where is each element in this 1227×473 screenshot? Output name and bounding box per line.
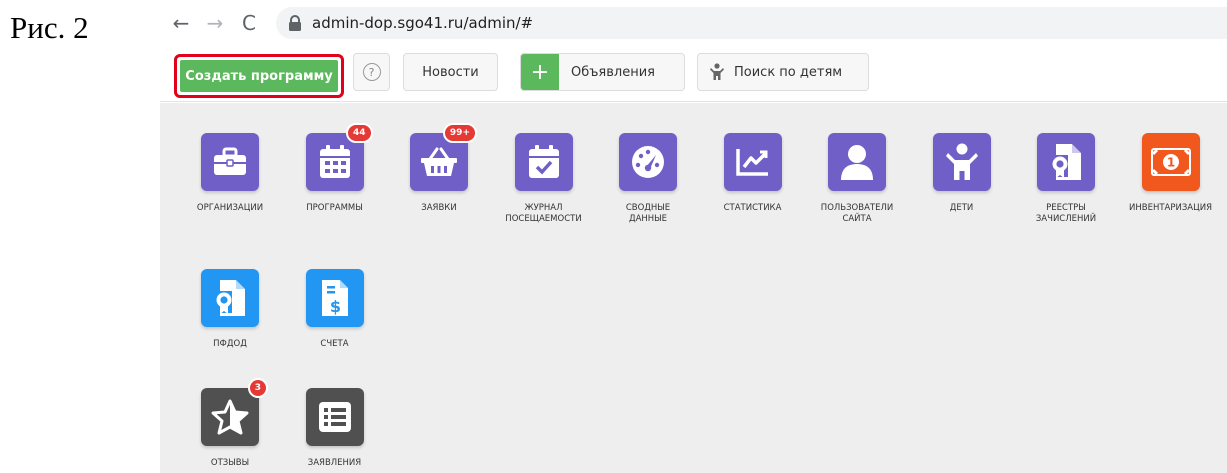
help-icon: ? [362, 63, 381, 81]
create-program-highlight: Создать программу [174, 54, 344, 98]
back-button[interactable]: ← [168, 10, 194, 36]
search-children-label: Поиск по детям [734, 64, 843, 80]
tile-label: Организации [196, 203, 264, 213]
calendar-check-icon [514, 133, 573, 191]
tile-gauge[interactable]: Сводные данные [593, 133, 703, 225]
star-icon: 3 [201, 378, 268, 446]
tile-label: Пользователи сайта [820, 203, 894, 224]
tile-briefcase[interactable]: Организации [175, 133, 285, 214]
svg-text:1: 1 [1166, 156, 1174, 170]
tile-label: Журнал посещаемости [505, 203, 582, 224]
news-label: Новости [422, 64, 479, 80]
forward-button[interactable]: → [202, 10, 228, 36]
reload-button[interactable]: C [236, 10, 262, 36]
tile-calendar-check[interactable]: Журнал посещаемости [489, 133, 599, 225]
tile-label: Статистика [723, 203, 782, 213]
tile-label: ПФДОД [213, 339, 247, 349]
help-button[interactable]: ? [353, 53, 390, 91]
tile-invoice[interactable]: $ Счета [280, 269, 390, 350]
tile-label: Реестры зачислений [1035, 203, 1097, 224]
announcements-label: Объявления [571, 64, 655, 80]
invoice-icon: $ [305, 269, 364, 327]
briefcase-icon [201, 133, 259, 191]
announcements-button[interactable]: + Объявления [520, 53, 685, 91]
user-icon [828, 133, 886, 191]
count-badge: 44 [345, 123, 373, 143]
tile-label: Заявки [421, 203, 457, 213]
url-field[interactable]: admin-dop.sgo41.ru/admin/# [276, 7, 1227, 39]
search-children-button[interactable]: Поиск по детям [697, 53, 869, 91]
tile-label: Счета [320, 339, 349, 349]
toolbar: Создать программу ? Новости + Объявления… [160, 46, 1227, 102]
tile-child[interactable]: Дети [907, 133, 1017, 214]
count-badge: 99+ [442, 123, 477, 143]
tile-banknote[interactable]: 1 Инвентаризация [1116, 133, 1226, 214]
figure-caption: Рис. 2 [10, 10, 89, 45]
tile-line-chart[interactable]: Статистика [698, 133, 808, 214]
tile-certificate[interactable]: Реестры зачислений [1011, 133, 1121, 225]
url-text: admin-dop.sgo41.ru/admin/# [312, 14, 534, 32]
tile-basket[interactable]: 99+ Заявки [384, 123, 494, 214]
gauge-icon [619, 133, 677, 191]
tile-user[interactable]: Пользователи сайта [802, 133, 912, 225]
tile-label: Заявления [307, 458, 362, 468]
create-program-button[interactable]: Создать программу [180, 60, 338, 92]
calendar-grid-icon: 44 [305, 123, 373, 191]
line-chart-icon [723, 133, 782, 191]
list-icon [305, 388, 364, 446]
tile-label: Сводные данные [625, 203, 671, 224]
dashboard-workspace: Организации 44 Программы 99+ Заявки Журнал по… [160, 103, 1227, 473]
tile-label: Программы [306, 203, 363, 213]
svg-text:$: $ [329, 297, 340, 316]
tile-certificate[interactable]: ПФДОД [175, 269, 285, 350]
certificate-icon [201, 269, 259, 327]
tile-list[interactable]: Заявления [280, 388, 390, 469]
tile-star[interactable]: 3 Отзывы [175, 378, 285, 469]
child-icon [710, 63, 724, 80]
basket-icon: 99+ [410, 123, 477, 191]
count-badge: 3 [247, 378, 268, 398]
news-button[interactable]: Новости [403, 53, 498, 91]
browser-address-bar: ← → C admin-dop.sgo41.ru/admin/# [160, 0, 1227, 46]
tile-label: Дети [949, 203, 974, 213]
child-icon [932, 133, 991, 191]
lock-icon [289, 15, 301, 31]
tile-calendar-grid[interactable]: 44 Программы [280, 123, 390, 214]
certificate-icon [1037, 133, 1095, 191]
tile-label: Отзывы [210, 458, 250, 468]
tile-label: Инвентаризация [1129, 203, 1212, 213]
banknote-icon: 1 [1141, 133, 1200, 191]
plus-icon: + [521, 54, 559, 90]
